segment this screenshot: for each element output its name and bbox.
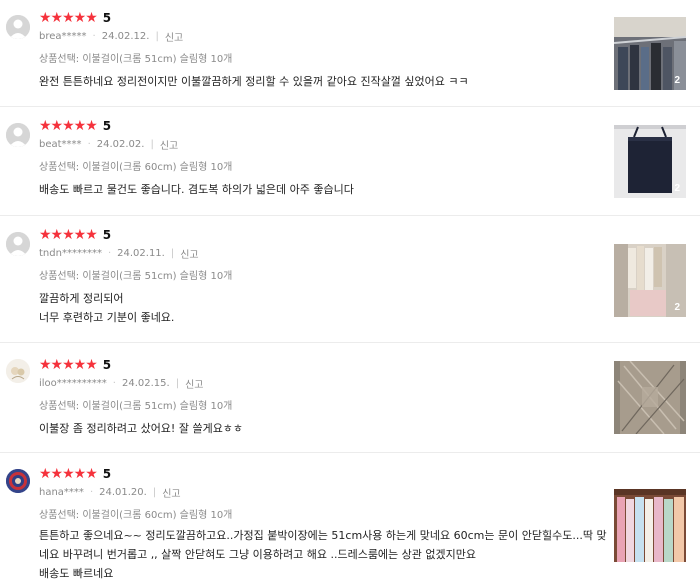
review-meta: tndn******** · 24.02.11. | 신고 (39, 246, 199, 261)
default-avatar-icon (6, 123, 30, 147)
photo-count: 2 (674, 183, 680, 194)
user-id: hana**** (39, 487, 84, 498)
star-rating: ★★★★★ 5 (39, 466, 111, 482)
rating-score: 5 (102, 467, 112, 481)
review-item: ★★★★★ 5 brea***** · 24.02.12. | 신고 상품선택:… (0, 0, 700, 107)
star-rating: ★★★★★ 5 (39, 10, 111, 26)
product-option: 상품선택: 이불걸이(크롬 51cm) 슬림형 10개 (39, 401, 233, 412)
review-item: ★★★★★ 5 hana**** · 24.01.20. | 신고 상품선택: … (0, 454, 700, 583)
user-avatar (6, 469, 30, 493)
review-meta: beat**** · 24.02.02. | 신고 (39, 137, 179, 152)
star-rating: ★★★★★ 5 (39, 227, 111, 243)
review-date: 24.01.20. (99, 487, 147, 498)
rating-score: 5 (102, 358, 112, 372)
default-avatar-icon (6, 15, 30, 39)
user-id: brea***** (39, 31, 87, 42)
report-link[interactable]: 신고 (185, 376, 203, 391)
stars-icon: ★★★★★ (39, 466, 98, 482)
product-option: 상품선택: 이불걸이(크롬 51cm) 슬림형 10개 (39, 271, 233, 282)
product-option: 상품선택: 이불걸이(크롬 60cm) 슬림형 10개 (39, 162, 233, 173)
star-rating: ★★★★★ 5 (39, 357, 111, 373)
review-text: 배송도 빠르고 물건도 좋습니다. 겸도복 하의가 넓은데 아주 좋습니다 (39, 183, 354, 196)
review-item: ★★★★★ 5 iloo********** · 24.02.15. | 신고 … (0, 344, 700, 453)
review-text: 튼튼하고 좋으네요~~ 정리도깔끔하고요..가정집 붙박이장에는 51cm사용 … (39, 529, 607, 580)
report-link[interactable]: 신고 (162, 485, 180, 500)
report-link[interactable]: 신고 (160, 137, 178, 152)
review-item: ★★★★★ 5 beat**** · 24.02.02. | 신고 상품선택: … (0, 108, 700, 216)
photo-count: 2 (674, 302, 680, 313)
stars-icon: ★★★★★ (39, 227, 98, 243)
review-text: 완전 튼튼하네요 정리전이지만 이불깔끔하게 정리할 수 있을꺼 같아요 진작살… (39, 75, 469, 88)
user-id: beat**** (39, 139, 82, 150)
product-option: 상품선택: 이불걸이(크롬 60cm) 슬림형 10개 (39, 510, 233, 521)
default-avatar-icon (6, 232, 30, 256)
user-id: tndn******** (39, 248, 102, 259)
review-date: 24.02.15. (121, 378, 170, 389)
review-meta: hana**** · 24.01.20. | 신고 (39, 485, 181, 500)
review-item: ★★★★★ 5 tndn******** · 24.02.11. | 신고 상품… (0, 217, 700, 343)
report-link[interactable]: 신고 (180, 246, 198, 261)
review-meta: brea***** · 24.02.12. | 신고 (39, 29, 184, 44)
user-avatar (6, 359, 30, 383)
review-photo[interactable]: 2 (614, 17, 686, 90)
review-photo[interactable] (614, 361, 686, 434)
review-date: 24.02.12. (101, 31, 150, 42)
photo-count: 2 (674, 75, 680, 86)
stars-icon: ★★★★★ (39, 357, 98, 373)
rating-score: 5 (102, 228, 112, 242)
review-date: 24.02.11. (117, 248, 165, 259)
review-meta: iloo********** · 24.02.15. | 신고 (39, 376, 204, 391)
stars-icon: ★★★★★ (39, 10, 98, 26)
star-rating: ★★★★★ 5 (39, 118, 111, 134)
review-date: 24.02.02. (96, 139, 145, 150)
review-text: 깔끔하게 정리되어 너무 후련하고 기분이 좋네요. (39, 292, 175, 324)
report-link[interactable]: 신고 (165, 29, 183, 44)
review-photo[interactable]: 2 (614, 125, 686, 198)
review-text: 이불장 좀 정리하려고 샀어요! 잘 쓸게요ㅎㅎ (39, 422, 244, 435)
stars-icon: ★★★★★ (39, 118, 98, 134)
user-id: iloo********** (39, 378, 107, 389)
review-photo[interactable]: 2 (614, 244, 686, 317)
rating-score: 5 (102, 119, 112, 133)
rating-score: 5 (102, 11, 112, 25)
product-option: 상품선택: 이불걸이(크롬 51cm) 슬림형 10개 (39, 54, 233, 65)
review-photo[interactable] (614, 489, 686, 562)
